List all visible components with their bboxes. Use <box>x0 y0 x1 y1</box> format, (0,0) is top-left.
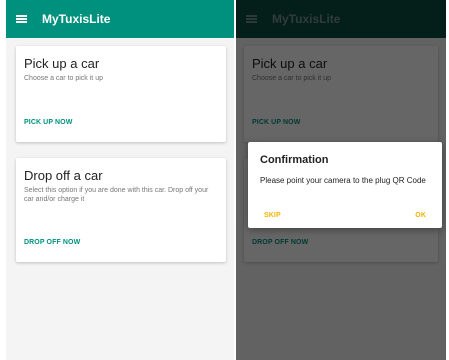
ok-button[interactable]: OK <box>415 212 426 219</box>
pickup-card-subtitle: Choose a car to pick it up <box>24 75 103 82</box>
pick-up-now-button[interactable]: PICK UP NOW <box>24 119 72 126</box>
dropoff-card: Drop off a car Select this option if you… <box>16 158 226 262</box>
confirmation-dialog: Confirmation Please point your camera to… <box>248 142 442 228</box>
dialog-title: Confirmation <box>260 154 329 166</box>
hamburger-menu-icon[interactable] <box>16 15 27 23</box>
skip-button[interactable]: SKIP <box>264 212 281 219</box>
confirmation-screen: MyTuxisLite Pick up a car Choose a car t… <box>236 0 446 360</box>
drop-off-now-button[interactable]: DROP OFF NOW <box>24 239 80 246</box>
home-screen: MyTuxisLite Pick up a car Choose a car t… <box>6 0 234 360</box>
dialog-message: Please point your camera to the plug QR … <box>260 176 426 185</box>
dropoff-card-subtitle: Select this option if you are done with … <box>24 187 209 203</box>
pickup-card-title: Pick up a car <box>24 56 100 71</box>
app-title: MyTuxisLite <box>42 12 111 26</box>
pickup-card: Pick up a car Choose a car to pick it up… <box>16 46 226 142</box>
app-bar: MyTuxisLite <box>6 0 234 38</box>
dropoff-card-title: Drop off a car <box>24 168 103 183</box>
